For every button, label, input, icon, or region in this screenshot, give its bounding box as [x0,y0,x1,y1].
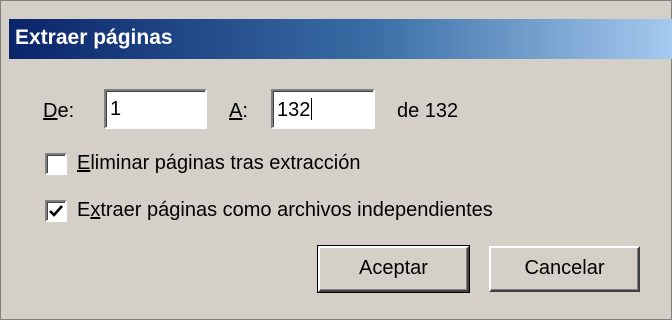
from-label: De: [43,100,75,122]
text-caret [311,98,313,120]
cancel-button[interactable]: Cancelar [489,246,640,292]
from-page-input[interactable]: 1 [104,89,207,129]
title-bar: Extraer páginas [9,19,672,59]
total-pages-text: de 132 [397,100,459,122]
dialog-title: Extraer páginas [15,26,173,49]
to-page-input[interactable]: 132 [271,89,375,129]
delete-pages-label[interactable]: Eliminar páginas tras extracción [77,152,360,175]
extract-pages-dialog: Extraer páginas De: 1 A: 132 de 132 Elim… [0,0,672,320]
to-label: A: [229,100,248,122]
checkmark-icon [49,205,63,217]
ok-button[interactable]: Aceptar [317,245,470,293]
separate-files-label[interactable]: Extraer páginas como archivos independie… [77,199,493,222]
separate-files-checkbox[interactable] [45,200,67,222]
delete-pages-checkbox[interactable] [45,153,67,175]
